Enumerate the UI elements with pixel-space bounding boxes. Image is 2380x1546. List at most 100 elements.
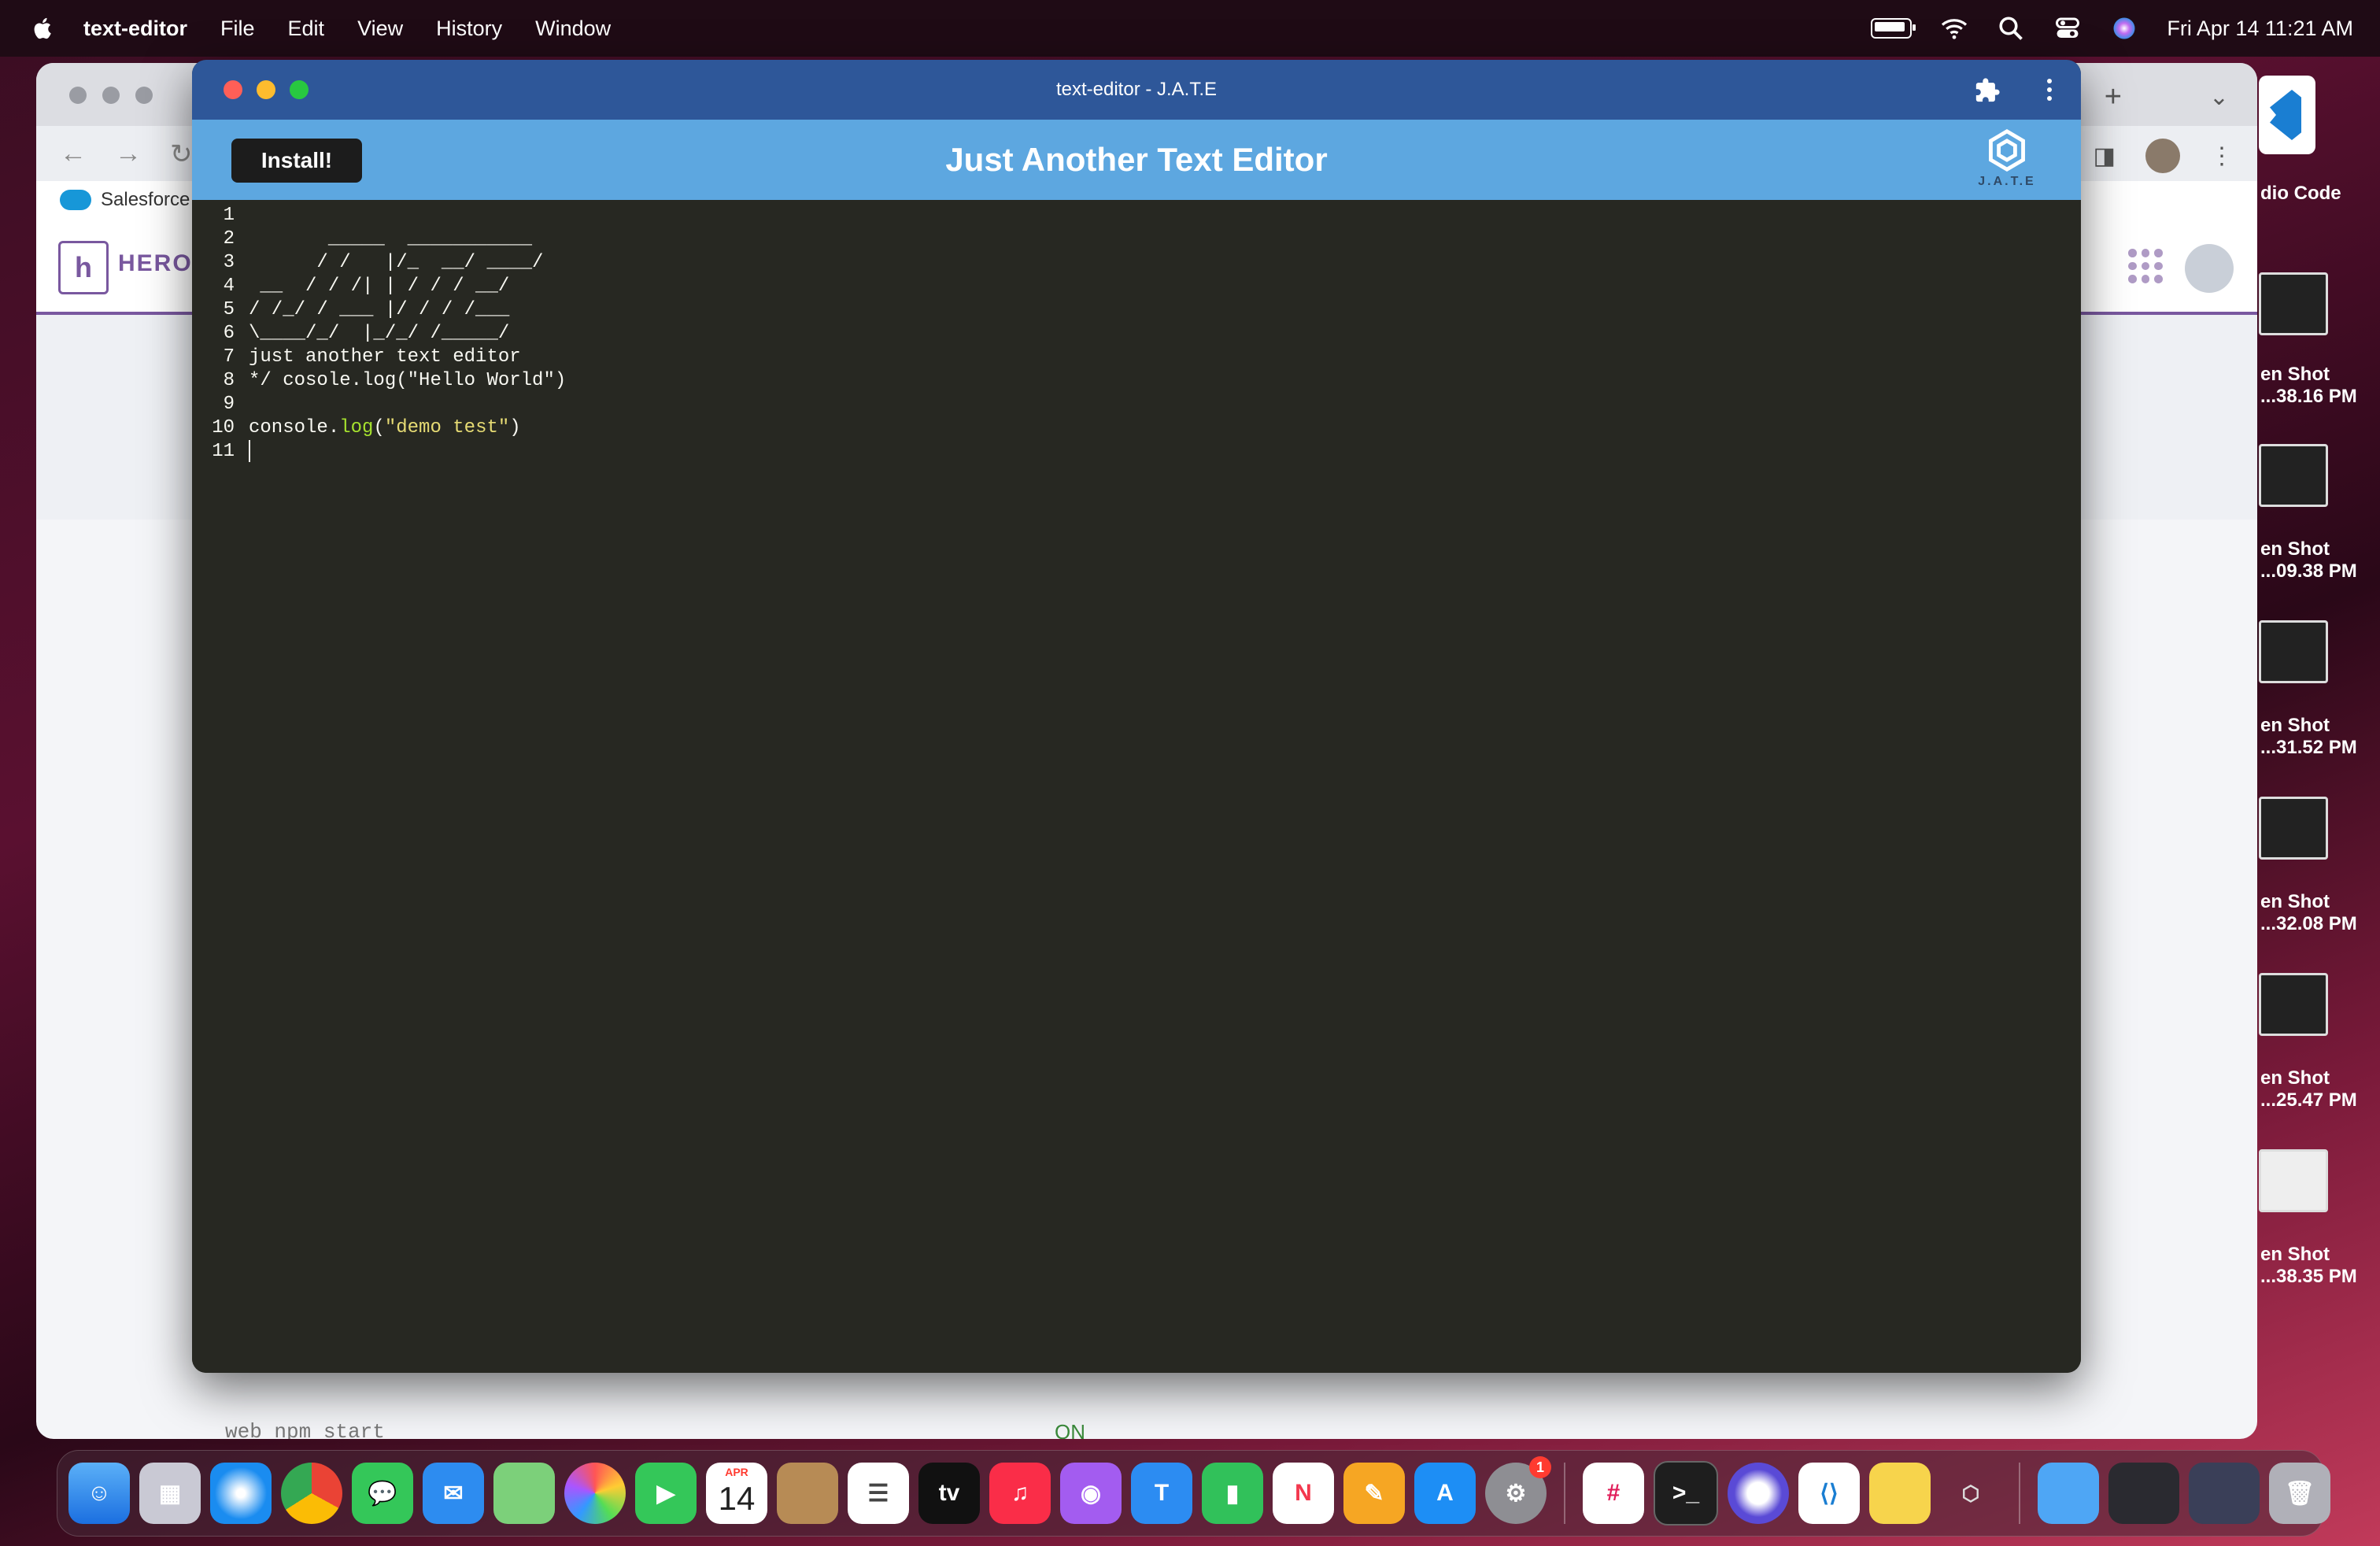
app-header: Just Another Text Editor bbox=[192, 120, 2081, 200]
recent-windows-icon[interactable] bbox=[2108, 1463, 2179, 1524]
heroku-logo-icon[interactable]: h bbox=[58, 241, 109, 294]
desktop-item-label[interactable]: en Shot ...31.52 PM bbox=[2260, 715, 2378, 759]
editor-line[interactable]: 1 bbox=[192, 203, 249, 227]
facetime-icon[interactable]: ▶ bbox=[635, 1463, 697, 1524]
reminders-icon[interactable]: ☰ bbox=[848, 1463, 909, 1524]
settings-icon[interactable]: ⚙ 1 bbox=[1485, 1456, 1551, 1524]
news-icon[interactable]: N bbox=[1273, 1463, 1334, 1524]
desktop-item-label[interactable]: dio Code bbox=[2260, 183, 2378, 205]
vscode-icon[interactable]: ⟨⟩ bbox=[1798, 1463, 1860, 1524]
photos-icon[interactable] bbox=[564, 1463, 626, 1524]
menu-window[interactable]: Window bbox=[535, 17, 611, 41]
safari-icon[interactable] bbox=[210, 1463, 272, 1524]
chrome-menu-icon[interactable]: ⋮ bbox=[2210, 142, 2234, 170]
numbers-icon[interactable]: ▮ bbox=[1202, 1463, 1263, 1524]
chrome-icon[interactable] bbox=[281, 1463, 342, 1524]
editor-line[interactable]: 4 __ / / /| | / / / __/ bbox=[192, 274, 510, 298]
code-paren-open: ( bbox=[373, 416, 385, 438]
apple-icon[interactable] bbox=[30, 15, 57, 42]
battery-icon[interactable] bbox=[1871, 18, 1916, 39]
editor-line[interactable]: 6 \____/_/ |_/_/ /_____/ bbox=[192, 321, 510, 345]
bookmark-salesforce[interactable]: Salesforce bbox=[60, 189, 190, 211]
profile-avatar[interactable] bbox=[2145, 139, 2180, 173]
editor-line[interactable]: 9 bbox=[192, 392, 249, 416]
tab-search-chevron-icon[interactable]: ⌄ bbox=[2209, 83, 2229, 111]
appstore-icon[interactable]: A bbox=[1414, 1463, 1476, 1524]
editor-line[interactable]: 10 console.log("demo test") bbox=[192, 416, 521, 439]
desktop-item-label[interactable]: en Shot ...38.16 PM bbox=[2260, 364, 2378, 408]
launchpad-icon[interactable]: ▦ bbox=[139, 1463, 201, 1524]
maps-icon[interactable] bbox=[493, 1463, 555, 1524]
calendar-icon[interactable]: APR 14 bbox=[706, 1463, 767, 1524]
new-tab-icon[interactable]: + bbox=[2105, 80, 2122, 114]
desktop-item-label[interactable]: en Shot ...25.47 PM bbox=[2260, 1067, 2378, 1111]
finder-icon[interactable]: ☺ bbox=[68, 1463, 130, 1524]
desktop-screenshot-thumb[interactable] bbox=[2259, 444, 2328, 507]
notes-icon[interactable] bbox=[1869, 1463, 1931, 1524]
apps-grid-icon[interactable] bbox=[2128, 249, 2163, 283]
editor-line[interactable]: 5 / /_/ / ___ |/ / / /___ bbox=[192, 298, 510, 321]
menubar-clock[interactable]: Fri Apr 14 11:21 AM bbox=[2167, 17, 2353, 41]
line-number: 4 bbox=[223, 275, 235, 297]
desktop-screenshot-thumb[interactable] bbox=[2259, 797, 2328, 860]
contacts-icon[interactable] bbox=[777, 1463, 838, 1524]
editor-line[interactable]: 11 bbox=[192, 439, 250, 463]
reload-icon[interactable]: ↻ bbox=[170, 139, 193, 170]
desktop-item-label[interactable]: en Shot ...38.35 PM bbox=[2260, 1244, 2378, 1288]
mail-icon[interactable]: ✉ bbox=[423, 1463, 484, 1524]
desktop-item-label[interactable]: en Shot ...09.38 PM bbox=[2260, 538, 2378, 583]
editor-line[interactable]: 3 / / |/_ __/ ____/ bbox=[192, 250, 544, 274]
forward-arrow-icon[interactable]: → bbox=[115, 139, 142, 170]
menubar-app-name[interactable]: text-editor bbox=[83, 17, 187, 41]
pages-icon[interactable]: ✎ bbox=[1343, 1463, 1405, 1524]
app-menu-kebab-icon[interactable] bbox=[2042, 76, 2057, 104]
menu-edit[interactable]: Edit bbox=[288, 17, 325, 41]
folder-icon[interactable] bbox=[2038, 1463, 2099, 1524]
control-center-icon[interactable] bbox=[2053, 14, 2082, 43]
extensions-puzzle-icon[interactable] bbox=[1974, 77, 2001, 104]
messages-icon[interactable]: 💬 bbox=[352, 1463, 413, 1524]
menu-history[interactable]: History bbox=[436, 17, 502, 41]
heroku-wordmark: HEROI bbox=[118, 250, 201, 276]
back-arrow-icon[interactable]: ← bbox=[60, 139, 87, 170]
editor-line[interactable]: 8 */ cosole.log("Hello World") bbox=[192, 368, 567, 392]
jate-icon[interactable]: ⬡ bbox=[1940, 1463, 2001, 1524]
recent-windows-icon[interactable] bbox=[2189, 1463, 2260, 1524]
trash-icon[interactable]: 🗑 bbox=[2269, 1463, 2330, 1524]
text-cursor bbox=[249, 440, 250, 462]
calendar-month: APR bbox=[725, 1466, 748, 1478]
desktop-vscode-icon[interactable] bbox=[2259, 76, 2315, 154]
code-editor[interactable]: 1 2 _____ ___________ 3 / / |/_ __/ ____… bbox=[192, 200, 2081, 1373]
jate-logo-icon bbox=[1989, 129, 2025, 172]
desktop-screenshot-thumb[interactable] bbox=[2259, 272, 2328, 335]
keynote-icon[interactable]: T bbox=[1131, 1463, 1192, 1524]
dyno-status: ON bbox=[1055, 1420, 1085, 1439]
dyno-command: web npm start bbox=[225, 1420, 385, 1439]
minimize-window-icon[interactable] bbox=[257, 80, 275, 99]
desktop-item-label[interactable]: en Shot ...32.08 PM bbox=[2260, 891, 2378, 935]
desktop-screenshot-thumb[interactable] bbox=[2259, 620, 2328, 683]
maximize-window-icon[interactable] bbox=[290, 80, 309, 99]
heroku-avatar[interactable] bbox=[2185, 244, 2234, 293]
podcasts-icon[interactable]: ◉ bbox=[1060, 1463, 1122, 1524]
editor-line[interactable]: 2 _____ ___________ bbox=[192, 227, 532, 250]
editor-line[interactable]: 7 just another text editor bbox=[192, 345, 521, 368]
screenshot-tool-icon[interactable] bbox=[1728, 1463, 1789, 1524]
tv-icon[interactable]: tv bbox=[918, 1463, 980, 1524]
slack-icon[interactable]: # bbox=[1583, 1463, 1644, 1524]
terminal-icon[interactable]: >_ bbox=[1654, 1461, 1718, 1526]
search-icon[interactable] bbox=[1997, 14, 2025, 43]
menu-file[interactable]: File bbox=[220, 17, 255, 41]
desktop-screenshot-thumb[interactable] bbox=[2259, 1149, 2328, 1212]
desktop-screenshot-thumb[interactable] bbox=[2259, 973, 2328, 1036]
app-titlebar[interactable]: text-editor - J.A.T.E bbox=[192, 60, 2081, 120]
music-icon[interactable]: ♫ bbox=[989, 1463, 1051, 1524]
install-button[interactable]: Install! bbox=[231, 139, 362, 183]
bookmark-salesforce-label: Salesforce bbox=[101, 189, 190, 210]
jate-app-window[interactable]: text-editor - J.A.T.E Just Another Text … bbox=[192, 60, 2081, 1373]
wifi-icon[interactable] bbox=[1940, 14, 1968, 43]
sidepanel-icon[interactable]: ◨ bbox=[2094, 142, 2116, 170]
menu-view[interactable]: View bbox=[357, 17, 403, 41]
siri-icon[interactable] bbox=[2110, 14, 2138, 43]
close-window-icon[interactable] bbox=[224, 80, 242, 99]
